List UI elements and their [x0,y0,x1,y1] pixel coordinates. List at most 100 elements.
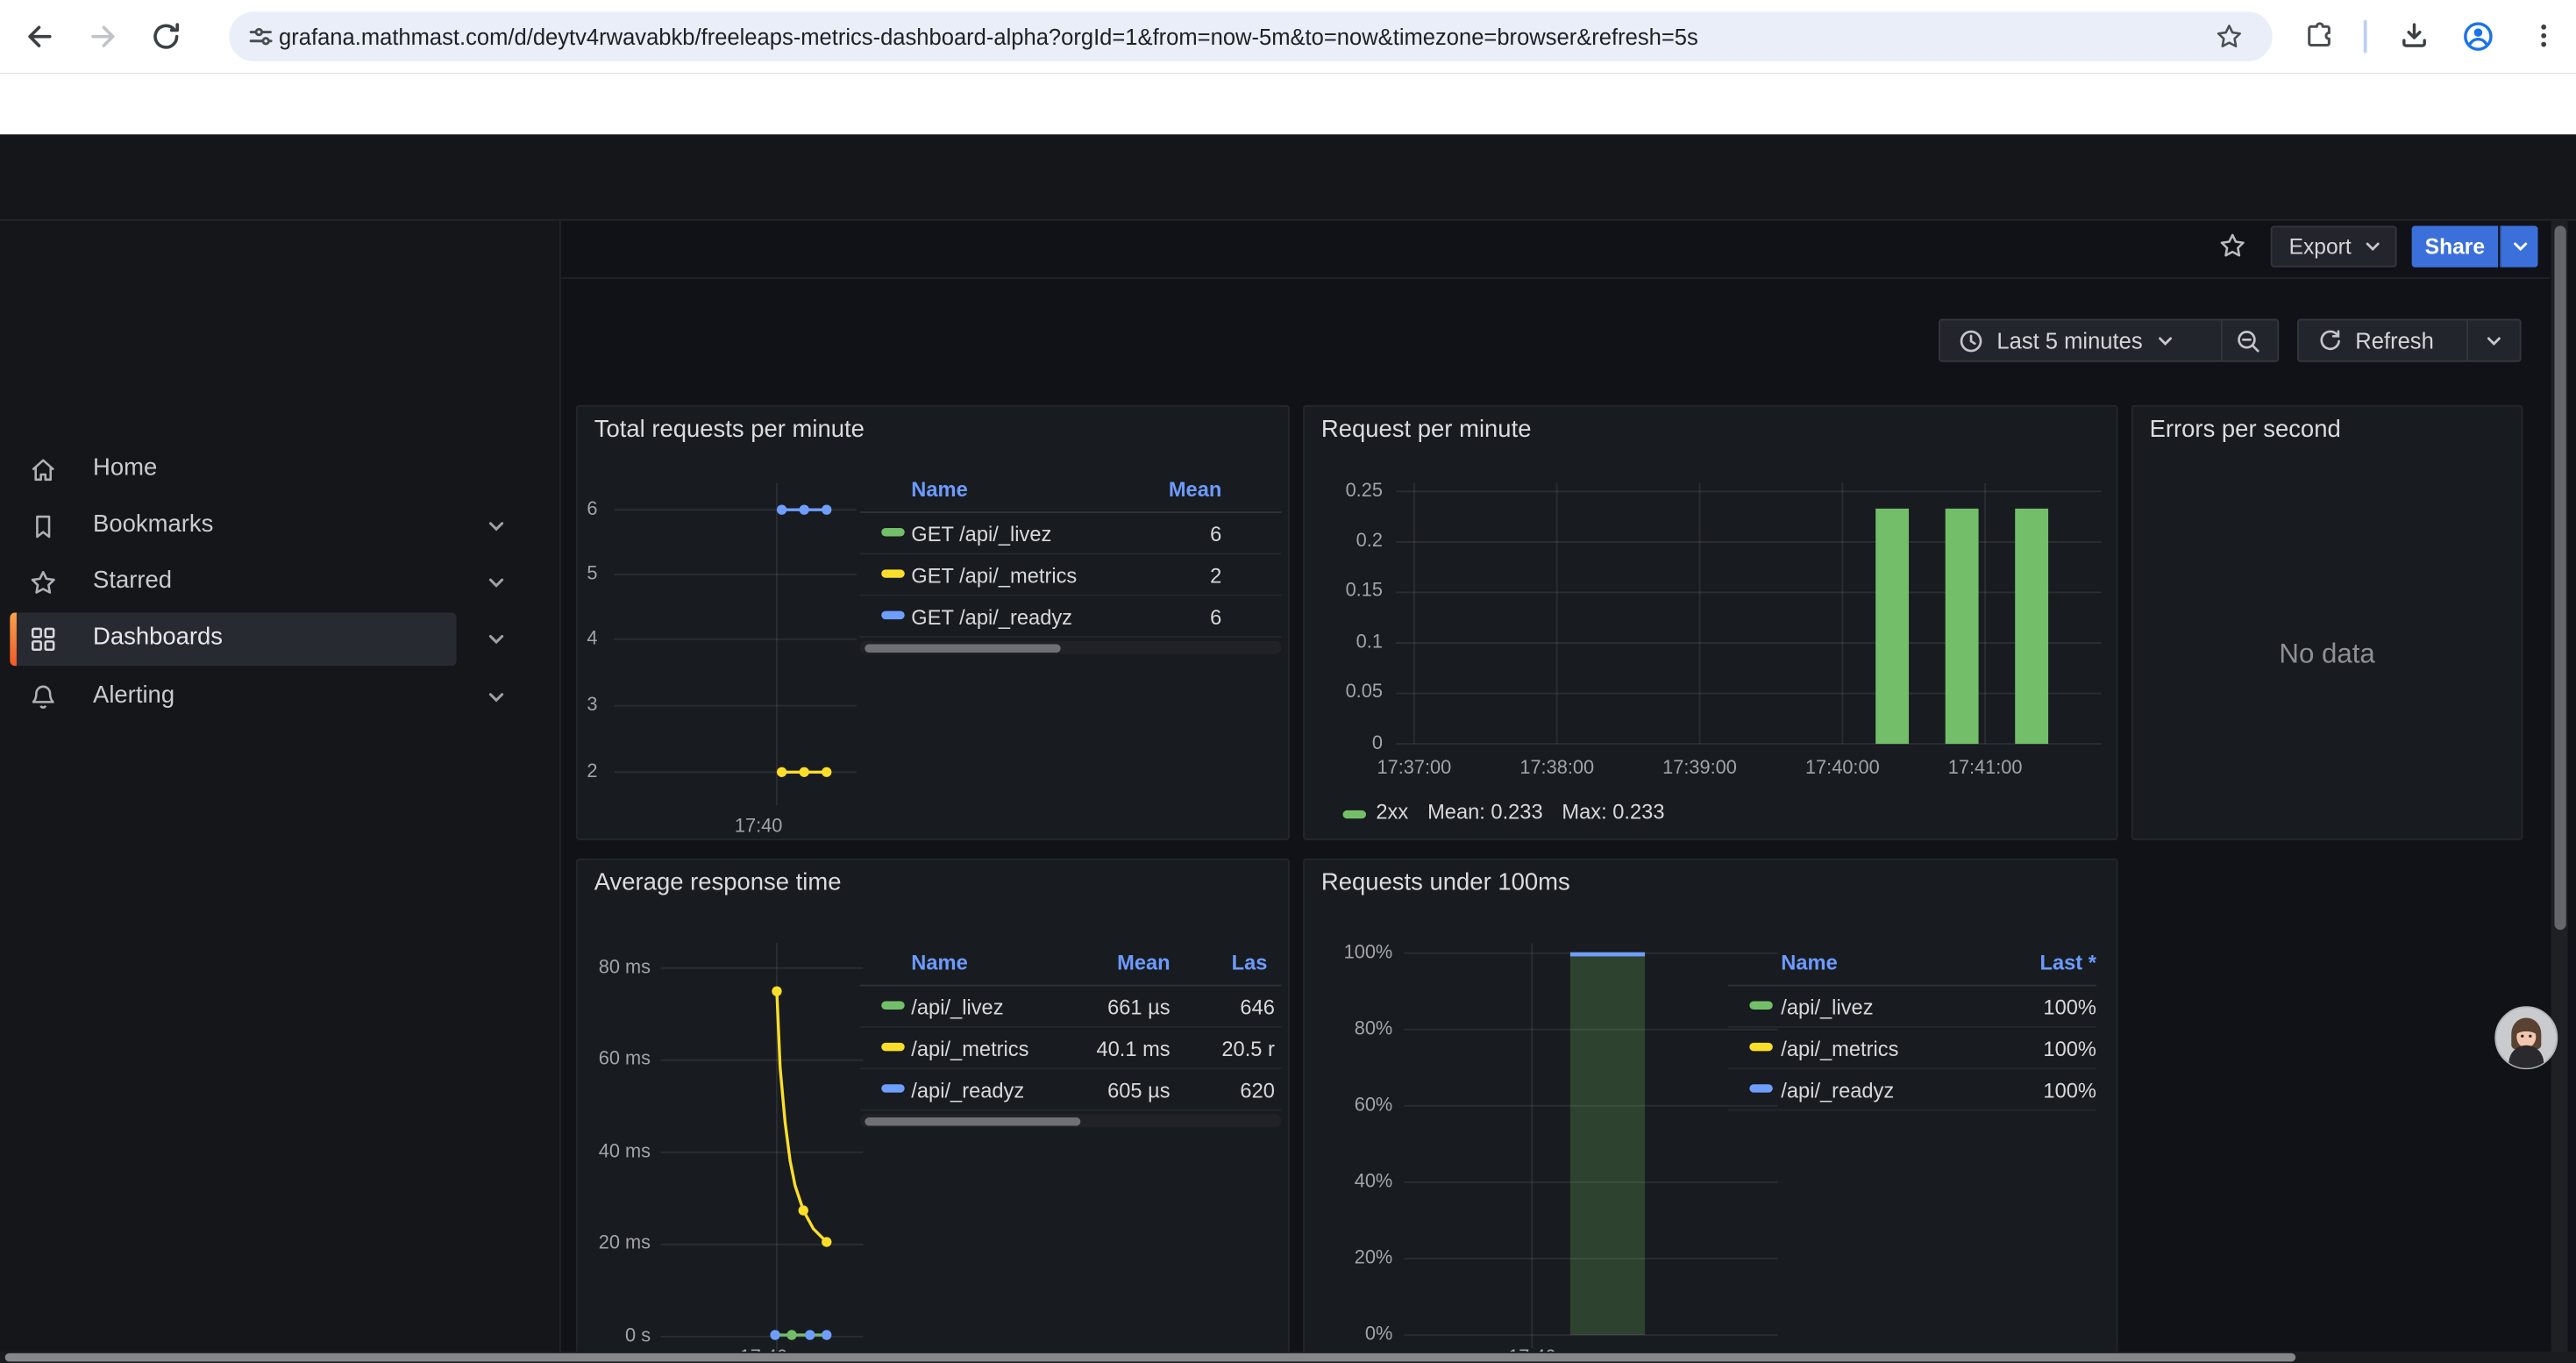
y-tick: 6 [571,498,597,522]
legend-divider [860,595,1282,596]
legend-last-value: 620 [1175,1080,1275,1103]
sidebar-item-starred[interactable]: Starred [0,556,559,610]
legend-series-name[interactable]: 2xx [1376,800,1408,824]
y-tick: 3 [571,694,597,717]
selected-item-accent [10,613,17,667]
y-tick: 20% [1318,1247,1392,1271]
chevron-down-icon[interactable] [487,629,507,649]
export-button[interactable]: Export [2271,225,2397,267]
y-tick: 60% [1318,1095,1392,1118]
browser-menu-icon[interactable] [2528,20,2559,52]
legend-header-mean[interactable]: Mean [1059,952,1171,975]
legend-last-value: 20.5 r [1175,1038,1275,1061]
legend-mean-value: 6 [1126,606,1222,630]
legend-header-name[interactable]: Name [1781,952,1837,975]
url-text[interactable]: grafana.mathmast.com/d/deytv4rwavabkb/fr… [279,24,2204,48]
legend-divider [1728,985,2096,987]
reload-icon[interactable] [149,20,182,54]
time-range-picker[interactable]: Last 5 minutes [1939,318,2279,361]
sidebar-item-label: Alerting [93,682,174,709]
refresh-icon [2317,328,2342,353]
panel-errors-per-second: Errors per second No data [2131,405,2523,840]
x-tick: 17:40:00 [1793,757,1893,781]
legend-series-name[interactable]: GET /api/_metrics [911,565,1077,589]
legend-header-name[interactable]: Name [911,952,967,975]
legend-mean-value: 2 [1126,565,1222,589]
floating-avatar[interactable] [2494,1006,2558,1069]
x-tick: 17:40 [725,816,792,839]
bookmark-icon [28,511,58,541]
sidebar-item-home[interactable]: Home [0,443,559,496]
sidebar-item-dashboards[interactable]: Dashboards [0,613,559,667]
chevron-down-icon[interactable] [487,573,507,593]
legend-series-name[interactable]: /api/_readyz [911,1080,1024,1103]
legend-series-name[interactable]: /api/_livez [1781,996,1873,1020]
refresh-button[interactable]: Refresh [2297,318,2522,361]
legend-divider [860,985,1282,987]
y-tick: 100% [1318,941,1392,965]
address-bar[interactable]: grafana.mathmast.com/d/deytv4rwavabkb/fr… [229,11,2272,61]
back-icon[interactable] [24,20,57,54]
panel-requests-under-100ms: Requests under 100ms 100% 80% 60% 40% 20… [1303,859,2118,1363]
legend-header-mean[interactable]: Mean [1109,478,1222,502]
legend-last-value: 100% [1980,1038,2096,1061]
bookmark-star-icon[interactable] [2214,22,2244,52]
legend-series-name[interactable]: /api/_metrics [911,1038,1028,1061]
series-swatch [1749,1083,1773,1091]
sidebar-item-bookmarks[interactable]: Bookmarks [0,500,559,553]
screen: grafana.mathmast.com/d/deytv4rwavabkb/fr… [0,0,2576,1363]
share-label: Share [2425,234,2485,259]
profile-icon[interactable] [2461,20,2494,54]
extensions-icon[interactable] [2304,20,2336,52]
legend-scrollbar-thumb[interactable] [865,644,1060,652]
legend-divider [860,1110,1282,1111]
legend-header-last[interactable]: Last * [1980,952,2096,975]
chevron-down-icon[interactable] [487,517,507,537]
legend-divider [860,511,1282,513]
legend-series-name[interactable]: GET /api/_readyz [911,606,1072,630]
series-swatch [881,568,905,576]
x-tick: 17:37:00 [1364,757,1464,781]
series-swatch [881,1001,905,1009]
y-tick: 2 [571,760,597,784]
legend-series-name[interactable]: GET /api/_livez [911,523,1051,546]
series-swatch [881,1042,905,1050]
x-tick: 17:41:00 [1935,757,2035,781]
y-tick: 60 ms [578,1048,651,1072]
y-tick: 0.25 [1316,480,1383,503]
favorite-star-icon[interactable] [2217,231,2247,260]
series-swatch [881,527,905,535]
sidebar: Home Bookmarks Starred Dashboards Alerti… [0,221,561,1363]
series-swatch [881,1083,905,1091]
legend-mean-value: 661 µs [1037,996,1170,1020]
line-chart [578,860,1292,1363]
legend-divider [1728,1067,2096,1069]
legend-max: Max: 0.233 [1562,800,1664,824]
legend-series-name[interactable]: /api/_livez [911,996,1003,1020]
y-tick: 0% [1318,1324,1392,1347]
panel-total-requests: Total requests per minute 6 5 4 3 2 17:4… [576,405,1290,840]
legend-header-name[interactable]: Name [911,478,967,502]
sidebar-item-alerting[interactable]: Alerting [0,671,559,724]
legend-scrollbar-thumb[interactable] [865,1117,1080,1124]
forward-icon[interactable] [86,20,119,54]
y-tick: 40 ms [578,1141,651,1165]
chevron-down-icon[interactable] [487,688,507,708]
legend-series-name[interactable]: /api/_readyz [1781,1080,1894,1103]
y-tick: 20 ms [578,1232,651,1256]
sidebar-item-label: Starred [93,567,172,594]
zoom-out-icon[interactable] [2236,329,2262,355]
share-menu-button[interactable] [2500,225,2538,267]
vertical-scrollbar-thumb[interactable] [2554,225,2565,930]
bookmarks-bar: Freeleaps 收藏博客 [0,73,2576,134]
bar-chart [1305,860,2120,1363]
y-tick: 5 [571,563,597,587]
download-icon[interactable] [2399,20,2430,52]
chevron-down-icon[interactable] [2485,332,2503,351]
panel-title[interactable]: Errors per second [2150,417,2341,443]
legend-header-last[interactable]: Las [1232,952,1282,975]
legend-series-name[interactable]: /api/_metrics [1781,1038,1898,1061]
horizontal-scrollbar-thumb[interactable] [5,1353,2295,1361]
site-settings-icon[interactable] [246,22,275,52]
share-button[interactable]: Share [2412,225,2498,267]
